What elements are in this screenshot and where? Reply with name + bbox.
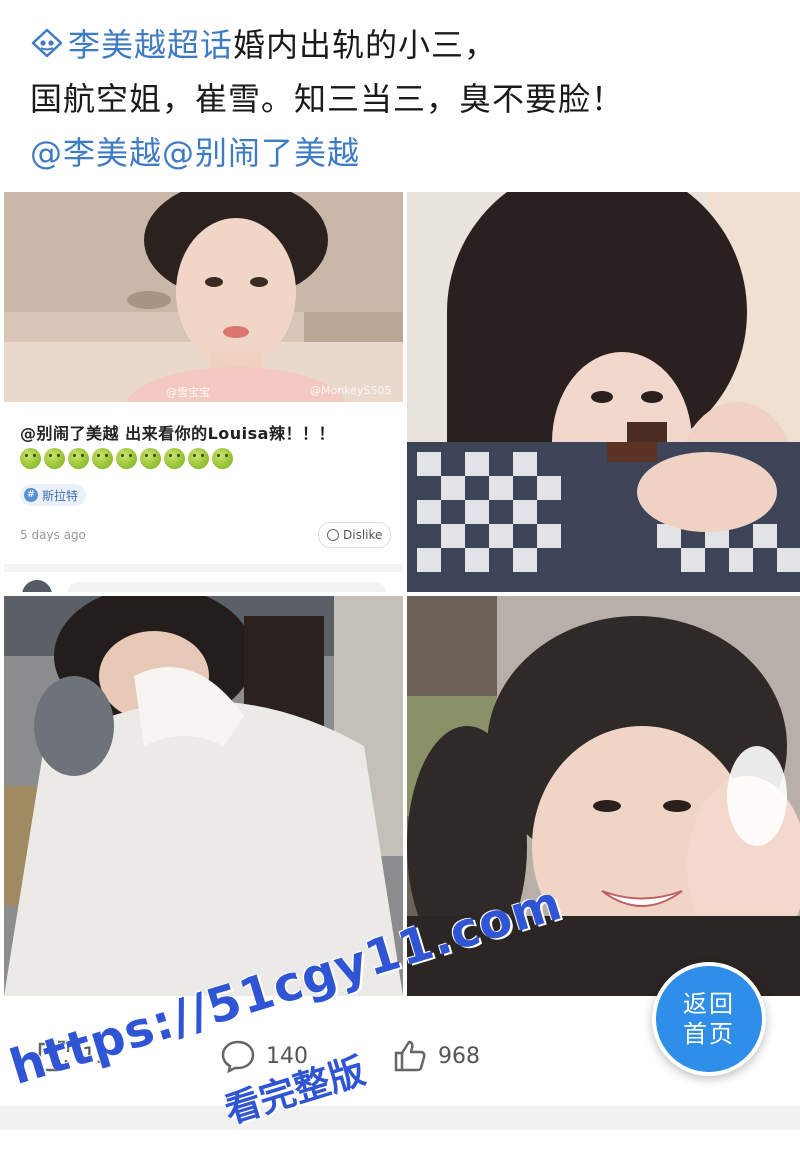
sick-face-icon <box>116 448 137 469</box>
sick-face-icon <box>164 448 185 469</box>
comment-icon <box>221 1040 255 1074</box>
embedded-comment-text: @别闹了美越 出来看你的Louisa辣！！！ <box>20 424 335 443</box>
embedded-photo: @雪宝宝 @MonkeySS05 <box>4 192 403 402</box>
emoji-row <box>20 448 233 469</box>
image-tile-1[interactable]: @雪宝宝 @MonkeySS05 @别闹了美越 出来看你的Louisa辣！！！ … <box>4 192 403 592</box>
dislike-label: Dislike <box>343 528 383 542</box>
sick-face-icon <box>92 448 113 469</box>
hashtag-chip: # 斯拉特 <box>20 484 87 506</box>
hashtag-icon: # <box>24 488 38 502</box>
comment-timestamp: 5 days ago <box>20 528 86 542</box>
dislike-button: Dislike <box>318 522 392 548</box>
image-tile-3[interactable] <box>4 596 403 996</box>
photo-2 <box>407 192 800 592</box>
sick-face-icon <box>68 448 89 469</box>
home-button-line1: 返回 <box>683 990 735 1018</box>
supertopic-icon <box>31 28 63 58</box>
post-page: 李美越超话婚内出轨的小三， 国航空姐，崔雪。知三当三，臭不要脸！ @李美越@别闹… <box>0 0 800 1164</box>
sick-face-icon <box>188 448 209 469</box>
avatar <box>22 580 52 592</box>
hashtag-label: 斯拉特 <box>42 488 79 503</box>
like-count: 968 <box>438 1043 480 1069</box>
photo-watermark-left: @雪宝宝 <box>166 386 210 399</box>
dislike-icon <box>327 529 339 541</box>
sick-face-icon <box>212 448 233 469</box>
sick-face-icon <box>44 448 65 469</box>
embedded-reply-field <box>68 582 386 592</box>
photo-watermark-right: @MonkeySS05 <box>310 384 392 397</box>
bottom-band <box>0 1106 800 1130</box>
embedded-divider <box>4 564 403 572</box>
post-text-line2: 国航空姐，崔雪。知三当三，臭不要脸！ <box>30 80 625 118</box>
post-mentions[interactable]: @李美越@别闹了美越 <box>30 134 360 172</box>
image-grid: @雪宝宝 @MonkeySS05 @别闹了美越 出来看你的Louisa辣！！！ … <box>4 192 800 996</box>
post-body: 李美越超话婚内出轨的小三， 国航空姐，崔雪。知三当三，臭不要脸！ @李美越@别闹… <box>30 18 770 180</box>
topic-name[interactable]: 李美越超话 <box>68 26 233 64</box>
photo-3 <box>4 596 403 996</box>
like-button[interactable]: 968 <box>392 1038 480 1074</box>
post-text-line1: 婚内出轨的小三， <box>233 26 498 64</box>
image-tile-2[interactable] <box>407 192 800 592</box>
sick-face-icon <box>20 448 41 469</box>
home-button-line2: 首页 <box>683 1020 735 1048</box>
thumbs-up-icon <box>394 1040 426 1072</box>
back-to-home-button[interactable]: 返回 首页 <box>652 962 766 1076</box>
topic-link[interactable]: 李美越超话 <box>30 26 233 64</box>
sick-face-icon <box>140 448 161 469</box>
